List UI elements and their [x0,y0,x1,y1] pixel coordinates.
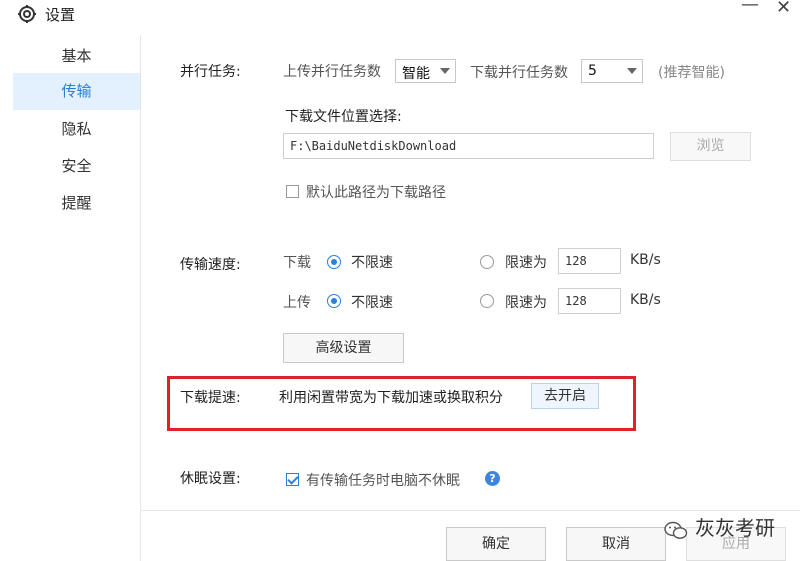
upload-parallel-value: 智能 [402,66,430,82]
sidebar-item-basic[interactable]: 基本 [13,38,140,75]
prevent-sleep-label: 有传输任务时电脑不休眠 [306,473,460,489]
window-title: 设置 [45,6,76,24]
download-path-input[interactable]: F:\BaiduNetdiskDownload [283,133,654,159]
download-unlimited-radio[interactable] [327,255,341,269]
gear-icon [18,5,36,23]
download-limit-label: 限速为 [505,255,547,271]
minimize-button[interactable]: — [741,0,759,15]
footer-divider [141,510,800,511]
enable-boost-button[interactable]: 去开启 [531,383,599,409]
upload-speed-label: 上传 [283,295,311,311]
download-limit-input[interactable]: 128 [558,248,621,274]
parallel-hint: (推荐智能) [658,65,725,81]
parallel-tasks-label: 并行任务: [180,64,241,80]
browse-button[interactable]: 浏览 [670,132,751,161]
close-button[interactable]: ✕ [776,0,791,18]
download-limit-unit: KB/s [630,252,661,268]
upload-unlimited-radio[interactable] [327,294,341,308]
upload-parallel-select[interactable]: 智能 [395,59,456,83]
sidebar-item-reminder[interactable]: 提醒 [13,185,140,222]
sidebar-divider [140,35,141,561]
upload-limit-unit: KB/s [630,292,661,308]
upload-unlimited-label: 不限速 [351,295,393,311]
upload-limit-input[interactable]: 128 [558,288,621,314]
download-location-label: 下载文件位置选择: [285,109,402,125]
download-parallel-label: 下载并行任务数 [470,65,568,81]
sidebar-item-security[interactable]: 安全 [13,148,140,185]
chevron-down-icon [627,68,637,74]
default-path-checkbox[interactable] [286,185,299,198]
download-boost-label: 下载提速: [180,390,241,406]
download-speed-label: 下载 [283,255,311,271]
download-unlimited-label: 不限速 [351,255,393,271]
watermark-text: 灰灰考研 [695,516,775,540]
upload-limit-label: 限速为 [505,295,547,311]
sidebar-item-transfer[interactable]: 传输 [13,73,140,110]
wechat-icon [664,521,688,539]
cancel-button[interactable]: 取消 [566,527,666,561]
download-parallel-value: 5 [588,63,597,79]
ok-button[interactable]: 确定 [446,527,546,561]
advanced-settings-button[interactable]: 高级设置 [283,333,404,363]
download-parallel-select[interactable]: 5 [581,59,643,83]
sidebar-item-privacy[interactable]: 隐私 [13,111,140,148]
upload-parallel-label: 上传并行任务数 [283,64,381,80]
title-bar: 设置 — ✕ [0,0,800,32]
prevent-sleep-checkbox[interactable] [286,473,299,486]
transfer-speed-label: 传输速度: [180,257,241,273]
question-icon[interactable]: ? [485,471,500,486]
sidebar: 基本 传输 隐私 安全 提醒 [13,35,140,561]
download-limit-radio[interactable] [480,255,494,269]
sleep-settings-label: 休眠设置: [180,471,241,487]
download-boost-description: 利用闲置带宽为下载加速或换取积分 [279,390,503,406]
chevron-down-icon [440,68,450,74]
default-path-label: 默认此路径为下载路径 [306,185,446,201]
upload-limit-radio[interactable] [480,294,494,308]
